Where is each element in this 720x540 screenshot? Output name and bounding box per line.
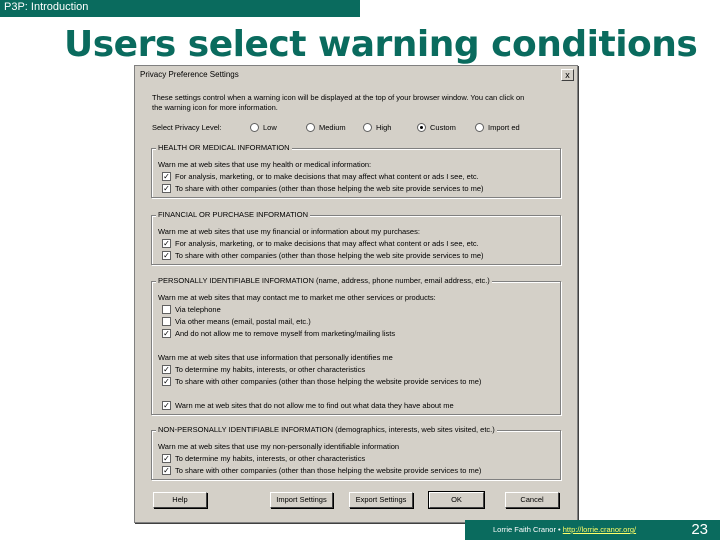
help-button[interactable]: Help: [153, 492, 207, 508]
dialog-titlebar: Privacy Preference Settings x: [137, 68, 575, 82]
checkbox-icon[interactable]: ✓: [162, 377, 171, 386]
close-icon[interactable]: x: [561, 69, 574, 81]
nonpersonal-group-title: NON-PERSONALLY IDENTIFIABLE INFORMATION …: [156, 425, 497, 434]
privacy-level-row: Select Privacy Level: Low Medium High Cu…: [152, 123, 520, 132]
intro-line-2: the warning icon for more information.: [152, 103, 278, 112]
radio-icon[interactable]: [306, 123, 315, 132]
checkbox-icon[interactable]: [162, 305, 171, 314]
footer-author-text: Lorrie Faith Cranor •: [493, 525, 563, 534]
checkbox-icon[interactable]: ✓: [162, 454, 171, 463]
health-group: HEALTH OR MEDICAL INFORMATION Warn me at…: [151, 143, 561, 198]
financial-prompt: Warn me at web sites that use my financi…: [158, 227, 420, 236]
intro-text: These settings control when a warning ic…: [152, 93, 572, 113]
checkbox-icon[interactable]: ✓: [162, 329, 171, 338]
personal-group-title: PERSONALLY IDENTIFIABLE INFORMATION (nam…: [156, 276, 492, 285]
footer-bar: Lorrie Faith Cranor • http://lorrie.cran…: [465, 520, 720, 540]
personal-info-group: PERSONALLY IDENTIFIABLE INFORMATION (nam…: [151, 276, 561, 415]
import-settings-button[interactable]: Import Settings: [270, 492, 333, 508]
financial-group-title: FINANCIAL OR PURCHASE INFORMATION: [156, 210, 311, 219]
footer-url-link[interactable]: http://lorrie.cranor.org/: [563, 525, 636, 534]
radio-selected-icon[interactable]: [417, 123, 426, 132]
radio-icon[interactable]: [475, 123, 484, 132]
cancel-button[interactable]: Cancel: [505, 492, 559, 508]
dialog-title: Privacy Preference Settings: [140, 70, 239, 79]
section-bar: P3P: Introduction: [0, 0, 360, 17]
checkbox-icon[interactable]: [162, 317, 171, 326]
checkbox-icon[interactable]: ✓: [162, 466, 171, 475]
financial-group: FINANCIAL OR PURCHASE INFORMATION Warn m…: [151, 210, 561, 265]
nonpersonal-prompt: Warn me at web sites that use my non-per…: [158, 442, 400, 451]
export-settings-button[interactable]: Export Settings: [349, 492, 413, 508]
nonpersonal-group: NON-PERSONALLY IDENTIFIABLE INFORMATION …: [151, 425, 561, 480]
privacy-level-label: Select Privacy Level:: [152, 123, 222, 132]
checkbox-icon[interactable]: ✓: [162, 251, 171, 260]
health-group-title: HEALTH OR MEDICAL INFORMATION: [156, 143, 292, 152]
checkbox-icon[interactable]: ✓: [162, 239, 171, 248]
checkbox-icon[interactable]: ✓: [162, 401, 171, 410]
checkbox-icon[interactable]: ✓: [162, 184, 171, 193]
footer-author: Lorrie Faith Cranor • http://lorrie.cran…: [493, 525, 636, 534]
radio-icon[interactable]: [250, 123, 259, 132]
ok-button[interactable]: OK: [428, 491, 485, 509]
section-label: P3P: Introduction: [4, 1, 89, 13]
checkbox-icon[interactable]: ✓: [162, 172, 171, 181]
health-prompt: Warn me at web sites that use my health …: [158, 160, 372, 169]
personal-marketing-prompt: Warn me at web sites that may contact me…: [158, 293, 436, 302]
personal-identify-prompt: Warn me at web sites that use informatio…: [158, 353, 393, 362]
privacy-preference-dialog: Privacy Preference Settings x These sett…: [134, 65, 578, 523]
page-number: 23: [691, 521, 708, 538]
radio-icon[interactable]: [363, 123, 372, 132]
slide-title: Users select warning conditions: [64, 24, 698, 65]
checkbox-icon[interactable]: ✓: [162, 365, 171, 374]
intro-line-1: These settings control when a warning ic…: [152, 93, 525, 102]
